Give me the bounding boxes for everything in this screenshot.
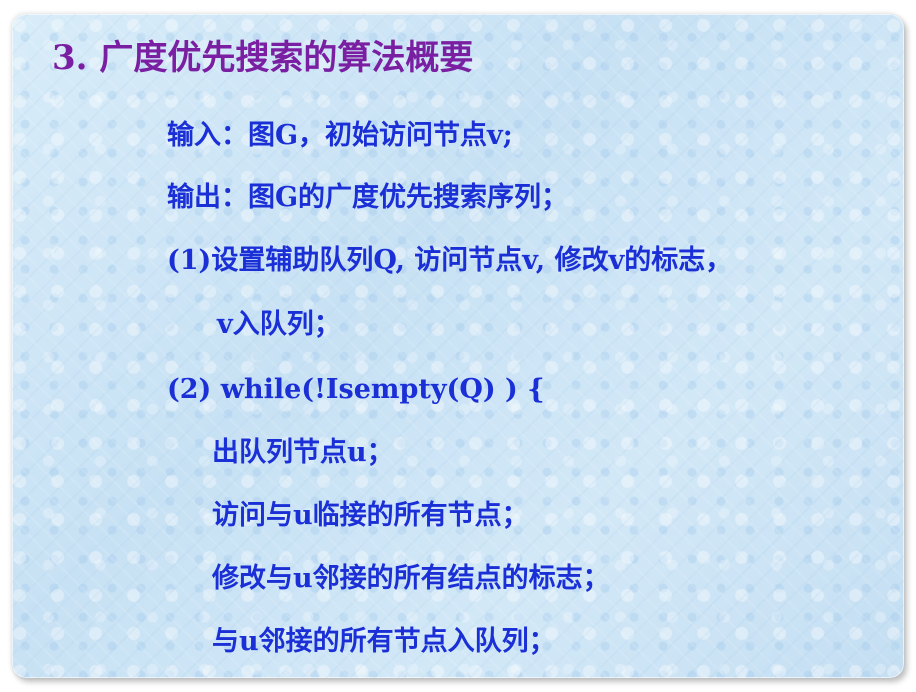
step-2-line: (2) while(!Isempty(Q) ) { xyxy=(167,374,545,405)
step-1-line: (1)设置辅助队列Q, 访问节点v, 修改v的标志， xyxy=(167,245,733,276)
input-line: 输入：图G，初始访问节点v; xyxy=(167,120,513,151)
loop-mark-line: 修改与u邻接的所有结点的标志； xyxy=(212,563,610,594)
step-1-continuation: v入队列； xyxy=(217,309,341,340)
slide: 3. 广度优先搜索的算法概要 输入：图G，初始访问节点v; 输出：图G的广度优先… xyxy=(12,14,904,678)
loop-dequeue-line: 出队列节点u； xyxy=(212,437,394,468)
loop-enqueue-line: 与u邻接的所有节点入队列； xyxy=(212,626,556,657)
output-line: 输出：图G的广度优先搜索序列； xyxy=(167,182,569,213)
slide-title: 3. 广度优先搜索的算法概要 xyxy=(52,38,474,78)
loop-visit-line: 访问与u临接的所有节点； xyxy=(212,500,529,531)
